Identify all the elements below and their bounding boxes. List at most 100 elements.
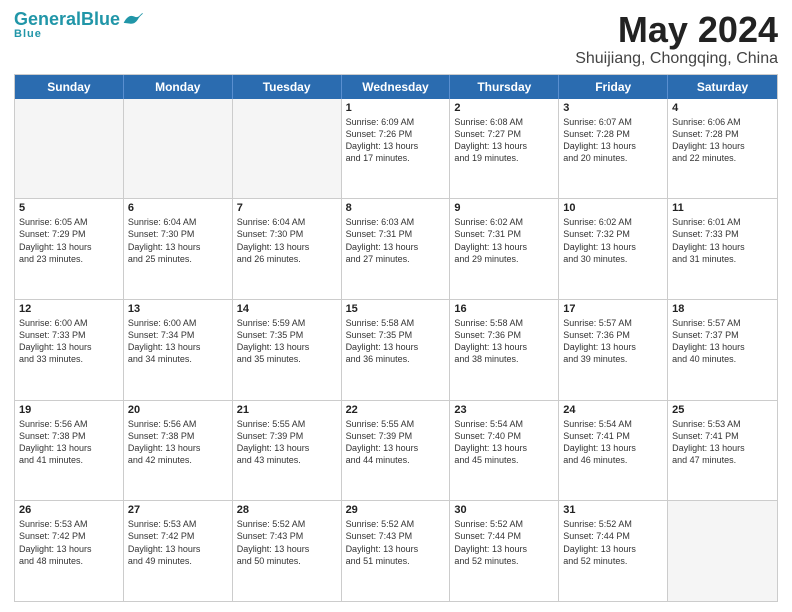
- calendar-cell: 12 Sunrise: 6:00 AM Sunset: 7:33 PM Dayli…: [15, 300, 124, 400]
- cell-info: Sunrise: 5:56 AM Sunset: 7:38 PM Dayligh…: [128, 418, 228, 467]
- logo-text: GeneralBlue: [14, 10, 120, 28]
- weekday-wednesday: Wednesday: [342, 75, 451, 99]
- day-number: 6: [128, 202, 228, 214]
- day-number: 23: [454, 404, 554, 416]
- cell-info: Sunrise: 6:02 AM Sunset: 7:31 PM Dayligh…: [454, 216, 554, 265]
- calendar-cell: 17Sunrise: 5:57 AM Sunset: 7:36 PM Dayli…: [559, 300, 668, 400]
- calendar-cell: [15, 99, 124, 199]
- day-number: 30: [454, 504, 554, 516]
- calendar-cell: 26 Sunrise: 5:53 AM Sunset: 7:42 PM Dayli…: [15, 501, 124, 601]
- header: GeneralBlue Blue May 2024 Shuijiang, Cho…: [14, 10, 778, 68]
- day-number: 22: [346, 404, 446, 416]
- calendar-cell: 23 Sunrise: 5:54 AM Sunset: 7:40 PM Dayli…: [450, 401, 559, 501]
- calendar-cell: 27Sunrise: 5:53 AM Sunset: 7:42 PM Dayli…: [124, 501, 233, 601]
- day-number: 1: [346, 102, 446, 114]
- cell-info: Sunrise: 6:08 AM Sunset: 7:27 PM Dayligh…: [454, 116, 554, 165]
- cell-info: Sunrise: 5:53 AM Sunset: 7:42 PM Dayligh…: [19, 518, 119, 567]
- month-title: May 2024: [575, 10, 778, 50]
- cell-info: Sunrise: 6:00 AM Sunset: 7:33 PM Dayligh…: [19, 317, 119, 366]
- day-number: 13: [128, 303, 228, 315]
- calendar-cell: 5 Sunrise: 6:05 AM Sunset: 7:29 PM Daylig…: [15, 199, 124, 299]
- calendar: Sunday Monday Tuesday Wednesday Thursday…: [14, 74, 778, 602]
- calendar-cell: 25 Sunrise: 5:53 AM Sunset: 7:41 PM Dayli…: [668, 401, 777, 501]
- day-number: 31: [563, 504, 663, 516]
- calendar-cell: 7 Sunrise: 6:04 AM Sunset: 7:30 PM Daylig…: [233, 199, 342, 299]
- calendar-cell: 3 Sunrise: 6:07 AM Sunset: 7:28 PM Daylig…: [559, 99, 668, 199]
- calendar-cell: 8Sunrise: 6:03 AM Sunset: 7:31 PM Daylig…: [342, 199, 451, 299]
- cell-info: Sunrise: 6:09 AM Sunset: 7:26 PM Dayligh…: [346, 116, 446, 165]
- cell-info: Sunrise: 6:01 AM Sunset: 7:33 PM Dayligh…: [672, 216, 773, 265]
- calendar-row-3: 12 Sunrise: 6:00 AM Sunset: 7:33 PM Dayli…: [15, 300, 777, 401]
- calendar-row-1: 1 Sunrise: 6:09 AM Sunset: 7:26 PM Daylig…: [15, 99, 777, 200]
- weekday-monday: Monday: [124, 75, 233, 99]
- day-number: 27: [128, 504, 228, 516]
- logo-bird-icon: [122, 12, 144, 26]
- cell-info: Sunrise: 5:54 AM Sunset: 7:41 PM Dayligh…: [563, 418, 663, 467]
- calendar-header: Sunday Monday Tuesday Wednesday Thursday…: [15, 75, 777, 99]
- cell-info: Sunrise: 6:07 AM Sunset: 7:28 PM Dayligh…: [563, 116, 663, 165]
- calendar-cell: 30 Sunrise: 5:52 AM Sunset: 7:44 PM Dayli…: [450, 501, 559, 601]
- cell-info: Sunrise: 6:04 AM Sunset: 7:30 PM Dayligh…: [128, 216, 228, 265]
- day-number: 12: [19, 303, 119, 315]
- title-block: May 2024 Shuijiang, Chongqing, China: [575, 10, 778, 68]
- day-number: 7: [237, 202, 337, 214]
- cell-info: Sunrise: 6:00 AM Sunset: 7:34 PM Dayligh…: [128, 317, 228, 366]
- day-number: 8: [346, 202, 446, 214]
- cell-info: Sunrise: 5:52 AM Sunset: 7:44 PM Dayligh…: [454, 518, 554, 567]
- weekday-tuesday: Tuesday: [233, 75, 342, 99]
- day-number: 20: [128, 404, 228, 416]
- day-number: 3: [563, 102, 663, 114]
- calendar-cell: 29 Sunrise: 5:52 AM Sunset: 7:43 PM Dayli…: [342, 501, 451, 601]
- day-number: 5: [19, 202, 119, 214]
- calendar-cell: 1 Sunrise: 6:09 AM Sunset: 7:26 PM Daylig…: [342, 99, 451, 199]
- calendar-cell: 15Sunrise: 5:58 AM Sunset: 7:35 PM Dayli…: [342, 300, 451, 400]
- day-number: 28: [237, 504, 337, 516]
- cell-info: Sunrise: 5:56 AM Sunset: 7:38 PM Dayligh…: [19, 418, 119, 467]
- cell-info: Sunrise: 5:55 AM Sunset: 7:39 PM Dayligh…: [237, 418, 337, 467]
- calendar-cell: 19Sunrise: 5:56 AM Sunset: 7:38 PM Dayli…: [15, 401, 124, 501]
- logo-subtext: Blue: [14, 28, 42, 40]
- day-number: 4: [672, 102, 773, 114]
- cell-info: Sunrise: 5:54 AM Sunset: 7:40 PM Dayligh…: [454, 418, 554, 467]
- logo: GeneralBlue Blue: [14, 10, 144, 40]
- cell-info: Sunrise: 5:55 AM Sunset: 7:39 PM Dayligh…: [346, 418, 446, 467]
- calendar-cell: [124, 99, 233, 199]
- cell-info: Sunrise: 5:58 AM Sunset: 7:35 PM Dayligh…: [346, 317, 446, 366]
- calendar-cell: 6 Sunrise: 6:04 AM Sunset: 7:30 PM Daylig…: [124, 199, 233, 299]
- calendar-cell: [233, 99, 342, 199]
- location-title: Shuijiang, Chongqing, China: [575, 50, 778, 68]
- calendar-cell: 9 Sunrise: 6:02 AM Sunset: 7:31 PM Daylig…: [450, 199, 559, 299]
- logo-general: General: [14, 9, 81, 29]
- cell-info: Sunrise: 6:02 AM Sunset: 7:32 PM Dayligh…: [563, 216, 663, 265]
- calendar-cell: 10Sunrise: 6:02 AM Sunset: 7:32 PM Dayli…: [559, 199, 668, 299]
- cell-info: Sunrise: 5:58 AM Sunset: 7:36 PM Dayligh…: [454, 317, 554, 366]
- weekday-thursday: Thursday: [450, 75, 559, 99]
- calendar-cell: [668, 501, 777, 601]
- calendar-cell: 20 Sunrise: 5:56 AM Sunset: 7:38 PM Dayli…: [124, 401, 233, 501]
- logo-blue: Blue: [81, 9, 120, 29]
- weekday-saturday: Saturday: [668, 75, 777, 99]
- day-number: 21: [237, 404, 337, 416]
- page: GeneralBlue Blue May 2024 Shuijiang, Cho…: [0, 0, 792, 612]
- day-number: 26: [19, 504, 119, 516]
- cell-info: Sunrise: 6:05 AM Sunset: 7:29 PM Dayligh…: [19, 216, 119, 265]
- day-number: 2: [454, 102, 554, 114]
- cell-info: Sunrise: 6:06 AM Sunset: 7:28 PM Dayligh…: [672, 116, 773, 165]
- day-number: 9: [454, 202, 554, 214]
- day-number: 24: [563, 404, 663, 416]
- cell-info: Sunrise: 5:52 AM Sunset: 7:43 PM Dayligh…: [346, 518, 446, 567]
- day-number: 18: [672, 303, 773, 315]
- cell-info: Sunrise: 5:52 AM Sunset: 7:43 PM Dayligh…: [237, 518, 337, 567]
- day-number: 25: [672, 404, 773, 416]
- calendar-cell: 21 Sunrise: 5:55 AM Sunset: 7:39 PM Dayli…: [233, 401, 342, 501]
- cell-info: Sunrise: 6:04 AM Sunset: 7:30 PM Dayligh…: [237, 216, 337, 265]
- calendar-cell: 24 Sunrise: 5:54 AM Sunset: 7:41 PM Dayli…: [559, 401, 668, 501]
- calendar-cell: 4 Sunrise: 6:06 AM Sunset: 7:28 PM Daylig…: [668, 99, 777, 199]
- cell-info: Sunrise: 5:57 AM Sunset: 7:36 PM Dayligh…: [563, 317, 663, 366]
- cell-info: Sunrise: 5:53 AM Sunset: 7:41 PM Dayligh…: [672, 418, 773, 467]
- calendar-cell: 31Sunrise: 5:52 AM Sunset: 7:44 PM Dayli…: [559, 501, 668, 601]
- day-number: 29: [346, 504, 446, 516]
- calendar-cell: 28 Sunrise: 5:52 AM Sunset: 7:43 PM Dayli…: [233, 501, 342, 601]
- day-number: 16: [454, 303, 554, 315]
- calendar-cell: 13 Sunrise: 6:00 AM Sunset: 7:34 PM Dayli…: [124, 300, 233, 400]
